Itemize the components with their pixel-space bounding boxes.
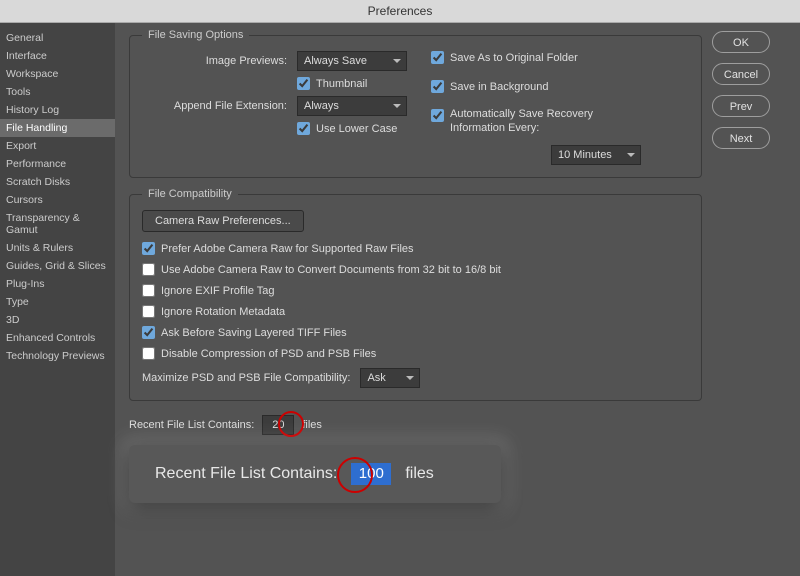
ok-button[interactable]: OK bbox=[712, 31, 770, 53]
sidebar-item-performance[interactable]: Performance bbox=[0, 155, 115, 173]
recent-file-label: Recent File List Contains: bbox=[129, 419, 254, 431]
maximize-compat-select[interactable]: Ask bbox=[360, 368, 420, 388]
auto-recovery-checkbox[interactable]: Automatically Save Recovery Information … bbox=[431, 107, 635, 135]
sidebar-item-transparency-gamut[interactable]: Transparency & Gamut bbox=[0, 209, 115, 239]
sidebar-item-technology-previews[interactable]: Technology Previews bbox=[0, 347, 115, 365]
recent-file-count-input[interactable] bbox=[262, 415, 294, 435]
compat-option-label: Ignore EXIF Profile Tag bbox=[161, 285, 275, 297]
maximize-compat-label: Maximize PSD and PSB File Compatibility: bbox=[142, 372, 350, 384]
thumbnail-label: Thumbnail bbox=[316, 78, 367, 90]
sidebar-item-guides-grid-slices[interactable]: Guides, Grid & Slices bbox=[0, 257, 115, 275]
save-original-label: Save As to Original Folder bbox=[450, 52, 578, 64]
file-saving-legend: File Saving Options bbox=[142, 29, 249, 41]
file-compatibility-legend: File Compatibility bbox=[142, 188, 238, 200]
cancel-button[interactable]: Cancel bbox=[712, 63, 770, 85]
compat-option-0[interactable]: Prefer Adobe Camera Raw for Supported Ra… bbox=[142, 242, 689, 255]
sidebar-item-cursors[interactable]: Cursors bbox=[0, 191, 115, 209]
sidebar-item-tools[interactable]: Tools bbox=[0, 83, 115, 101]
sidebar-item-units-rulers[interactable]: Units & Rulers bbox=[0, 239, 115, 257]
recent-file-row: Recent File List Contains: files bbox=[129, 415, 702, 435]
camera-raw-preferences-button[interactable]: Camera Raw Preferences... bbox=[142, 210, 304, 232]
append-ext-select[interactable]: Always bbox=[297, 96, 407, 116]
save-original-checkbox[interactable]: Save As to Original Folder bbox=[431, 51, 578, 64]
compat-option-label: Use Adobe Camera Raw to Convert Document… bbox=[161, 264, 501, 276]
compat-option-label: Ignore Rotation Metadata bbox=[161, 306, 285, 318]
recent-file-callout: Recent File List Contains: 100 files bbox=[129, 445, 501, 503]
sidebar-item-type[interactable]: Type bbox=[0, 293, 115, 311]
compat-option-2[interactable]: Ignore EXIF Profile Tag bbox=[142, 284, 689, 297]
callout-value: 100 bbox=[351, 463, 391, 485]
sidebar-item-enhanced-controls[interactable]: Enhanced Controls bbox=[0, 329, 115, 347]
auto-recovery-interval-select[interactable]: 10 Minutes bbox=[551, 145, 641, 165]
dialog-buttons: OK Cancel Prev Next bbox=[712, 23, 800, 576]
file-saving-fieldset: File Saving Options Image Previews: Alwa… bbox=[129, 29, 702, 178]
next-button[interactable]: Next bbox=[712, 127, 770, 149]
image-previews-label: Image Previews: bbox=[142, 55, 287, 67]
save-background-checkbox[interactable]: Save in Background bbox=[431, 80, 548, 93]
sidebar-item-3d[interactable]: 3D bbox=[0, 311, 115, 329]
sidebar-item-interface[interactable]: Interface bbox=[0, 47, 115, 65]
callout-label: Recent File List Contains: bbox=[155, 465, 337, 483]
compat-option-1[interactable]: Use Adobe Camera Raw to Convert Document… bbox=[142, 263, 689, 276]
save-background-label: Save in Background bbox=[450, 81, 548, 93]
sidebar-item-export[interactable]: Export bbox=[0, 137, 115, 155]
compat-option-label: Disable Compression of PSD and PSB Files bbox=[161, 348, 376, 360]
sidebar-item-file-handling[interactable]: File Handling bbox=[0, 119, 115, 137]
sidebar-item-plug-ins[interactable]: Plug-Ins bbox=[0, 275, 115, 293]
prev-button[interactable]: Prev bbox=[712, 95, 770, 117]
main-panel: File Saving Options Image Previews: Alwa… bbox=[115, 23, 712, 576]
compat-option-label: Ask Before Saving Layered TIFF Files bbox=[161, 327, 347, 339]
sidebar-item-workspace[interactable]: Workspace bbox=[0, 65, 115, 83]
compat-option-5[interactable]: Disable Compression of PSD and PSB Files bbox=[142, 347, 689, 360]
lowercase-checkbox[interactable]: Use Lower Case bbox=[297, 122, 397, 135]
lowercase-label: Use Lower Case bbox=[316, 123, 397, 135]
image-previews-select[interactable]: Always Save bbox=[297, 51, 407, 71]
compat-option-3[interactable]: Ignore Rotation Metadata bbox=[142, 305, 689, 318]
auto-recovery-label: Automatically Save Recovery Information … bbox=[450, 107, 635, 135]
sidebar-item-general[interactable]: General bbox=[0, 29, 115, 47]
window-titlebar: Preferences bbox=[0, 0, 800, 23]
sidebar-item-history-log[interactable]: History Log bbox=[0, 101, 115, 119]
file-compatibility-fieldset: File Compatibility Camera Raw Preference… bbox=[129, 188, 702, 401]
append-ext-label: Append File Extension: bbox=[142, 100, 287, 112]
compat-option-label: Prefer Adobe Camera Raw for Supported Ra… bbox=[161, 243, 414, 255]
recent-file-suffix: files bbox=[302, 419, 322, 431]
sidebar-item-scratch-disks[interactable]: Scratch Disks bbox=[0, 173, 115, 191]
compat-option-4[interactable]: Ask Before Saving Layered TIFF Files bbox=[142, 326, 689, 339]
thumbnail-checkbox[interactable]: Thumbnail bbox=[297, 77, 367, 90]
preferences-sidebar: GeneralInterfaceWorkspaceToolsHistory Lo… bbox=[0, 23, 115, 576]
callout-suffix: files bbox=[405, 465, 433, 483]
